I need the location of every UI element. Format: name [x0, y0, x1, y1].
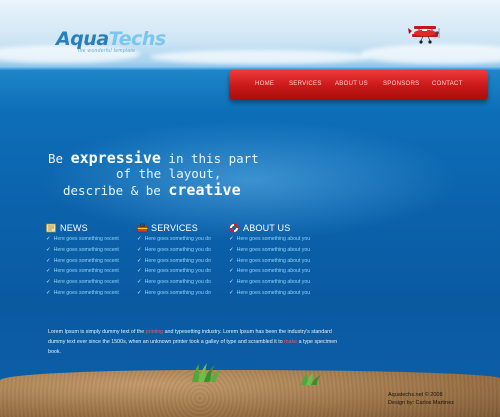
check-icon: ✓	[46, 246, 51, 253]
nav-services[interactable]: Services	[289, 81, 322, 87]
column-title: ABOUT US	[243, 222, 291, 233]
footer-copyright: Aquatechs.net © 2008	[388, 392, 443, 398]
nav-home[interactable]: Home	[255, 81, 274, 87]
check-icon: ✓	[46, 257, 51, 264]
check-icon: ✓	[229, 268, 234, 275]
headline-text: describe & be	[63, 183, 169, 198]
toolbox-icon	[137, 223, 148, 233]
lifebuoy-icon	[229, 223, 239, 233]
headline-line-2: of the layout,	[116, 166, 222, 181]
logo-tagline: the wonderful template	[78, 48, 136, 54]
headline-emphasis: creative	[168, 181, 241, 199]
list-item[interactable]: ✓ Here goes something about you	[229, 247, 319, 258]
check-icon: ✓	[229, 289, 234, 296]
check-icon: ✓	[137, 257, 142, 264]
check-icon: ✓	[229, 257, 234, 264]
footer-credit[interactable]: Design by: Carlos Martinez	[388, 399, 454, 407]
list-item[interactable]: ✓ Here goes something recent	[46, 236, 136, 247]
check-icon: ✓	[137, 279, 142, 286]
main-navigation: Home Services About us Sponsors Contact	[229, 70, 488, 100]
logo-text-aqua: Aqua	[56, 28, 109, 50]
grass-tuft	[301, 372, 321, 385]
logo-text-techs: Techs	[108, 28, 167, 50]
check-icon: ✓	[137, 268, 142, 275]
list-item[interactable]: ✓ Here goes something you do	[137, 236, 227, 247]
biplane-icon	[408, 26, 440, 44]
column-heading: NEWS	[46, 219, 136, 233]
body-paragraph: Lorem Ipsum is simply dummy text of the …	[48, 329, 338, 355]
check-icon: ✓	[46, 268, 51, 275]
check-icon: ✓	[229, 236, 234, 242]
check-icon: ✓	[46, 289, 51, 296]
list-item[interactable]: ✓ Here goes something about you	[229, 279, 319, 290]
list-item[interactable]: ✓ Here goes something you do	[137, 279, 227, 290]
nav-sponsors[interactable]: Sponsors	[383, 81, 419, 87]
headline-line-1: Be expressive in this part	[48, 150, 259, 167]
check-icon: ✓	[46, 236, 51, 242]
check-icon: ✓	[137, 246, 142, 253]
nav-contact[interactable]: Contact	[432, 81, 463, 87]
column-title: NEWS	[60, 222, 88, 233]
check-icon: ✓	[229, 246, 234, 253]
headline-line-3: describe & be creative	[63, 182, 241, 199]
check-icon: ✓	[137, 236, 142, 242]
list-item[interactable]: ✓ Here goes something you do	[137, 258, 227, 269]
headline-text: in this part	[160, 151, 259, 166]
services-column: SERVICES ✓ Here goes something you do ✓ He…	[137, 219, 227, 301]
footer: Aquatechs.net © 2008 Design by: Carlos M…	[388, 391, 454, 407]
list-item[interactable]: ✓ Here goes something about you	[229, 268, 319, 279]
column-heading: SERVICES	[137, 219, 227, 233]
newspaper-icon	[46, 223, 56, 233]
list-item[interactable]: ✓ Here goes something recent	[46, 268, 136, 279]
list-item[interactable]: ✓ Here goes something about you	[229, 290, 319, 301]
list-item[interactable]: ✓ Here goes something you do	[137, 268, 227, 279]
cloud	[360, 44, 500, 64]
list-item[interactable]: ✓ Here goes something recent	[46, 279, 136, 290]
list-item[interactable]: ✓ Here goes something you do	[137, 290, 227, 301]
page: AquaTechs the wonderful template Home Se…	[0, 0, 500, 417]
list-item[interactable]: ✓ Here goes something about you	[229, 258, 319, 269]
list-item[interactable]: ✓ Here goes something recent	[46, 290, 136, 301]
grass-tuft	[192, 363, 221, 382]
list-item[interactable]: ✓ Here goes something recent	[46, 258, 136, 269]
nav-about-us[interactable]: About us	[335, 81, 368, 87]
news-column: NEWS ✓ Here goes something recent ✓ Here g…	[46, 219, 136, 301]
headline-emphasis: expressive	[70, 149, 161, 167]
list-item[interactable]: ✓ Here goes something about you	[229, 236, 319, 247]
check-icon: ✓	[46, 279, 51, 286]
check-icon: ✓	[229, 279, 234, 286]
column-heading: ABOUT US	[229, 219, 319, 233]
cloud	[150, 50, 370, 64]
about-us-column: ABOUT US ✓ Here goes something about you …	[229, 219, 319, 301]
site-logo[interactable]: AquaTechs	[56, 28, 166, 50]
check-icon: ✓	[137, 289, 142, 296]
body-link[interactable]: make	[284, 339, 297, 345]
body-link[interactable]: printing	[146, 329, 163, 335]
column-title: SERVICES	[151, 222, 198, 233]
list-item[interactable]: ✓ Here goes something you do	[137, 247, 227, 258]
headline-text: Be	[48, 151, 71, 166]
list-item[interactable]: ✓ Here goes something recent	[46, 247, 136, 258]
